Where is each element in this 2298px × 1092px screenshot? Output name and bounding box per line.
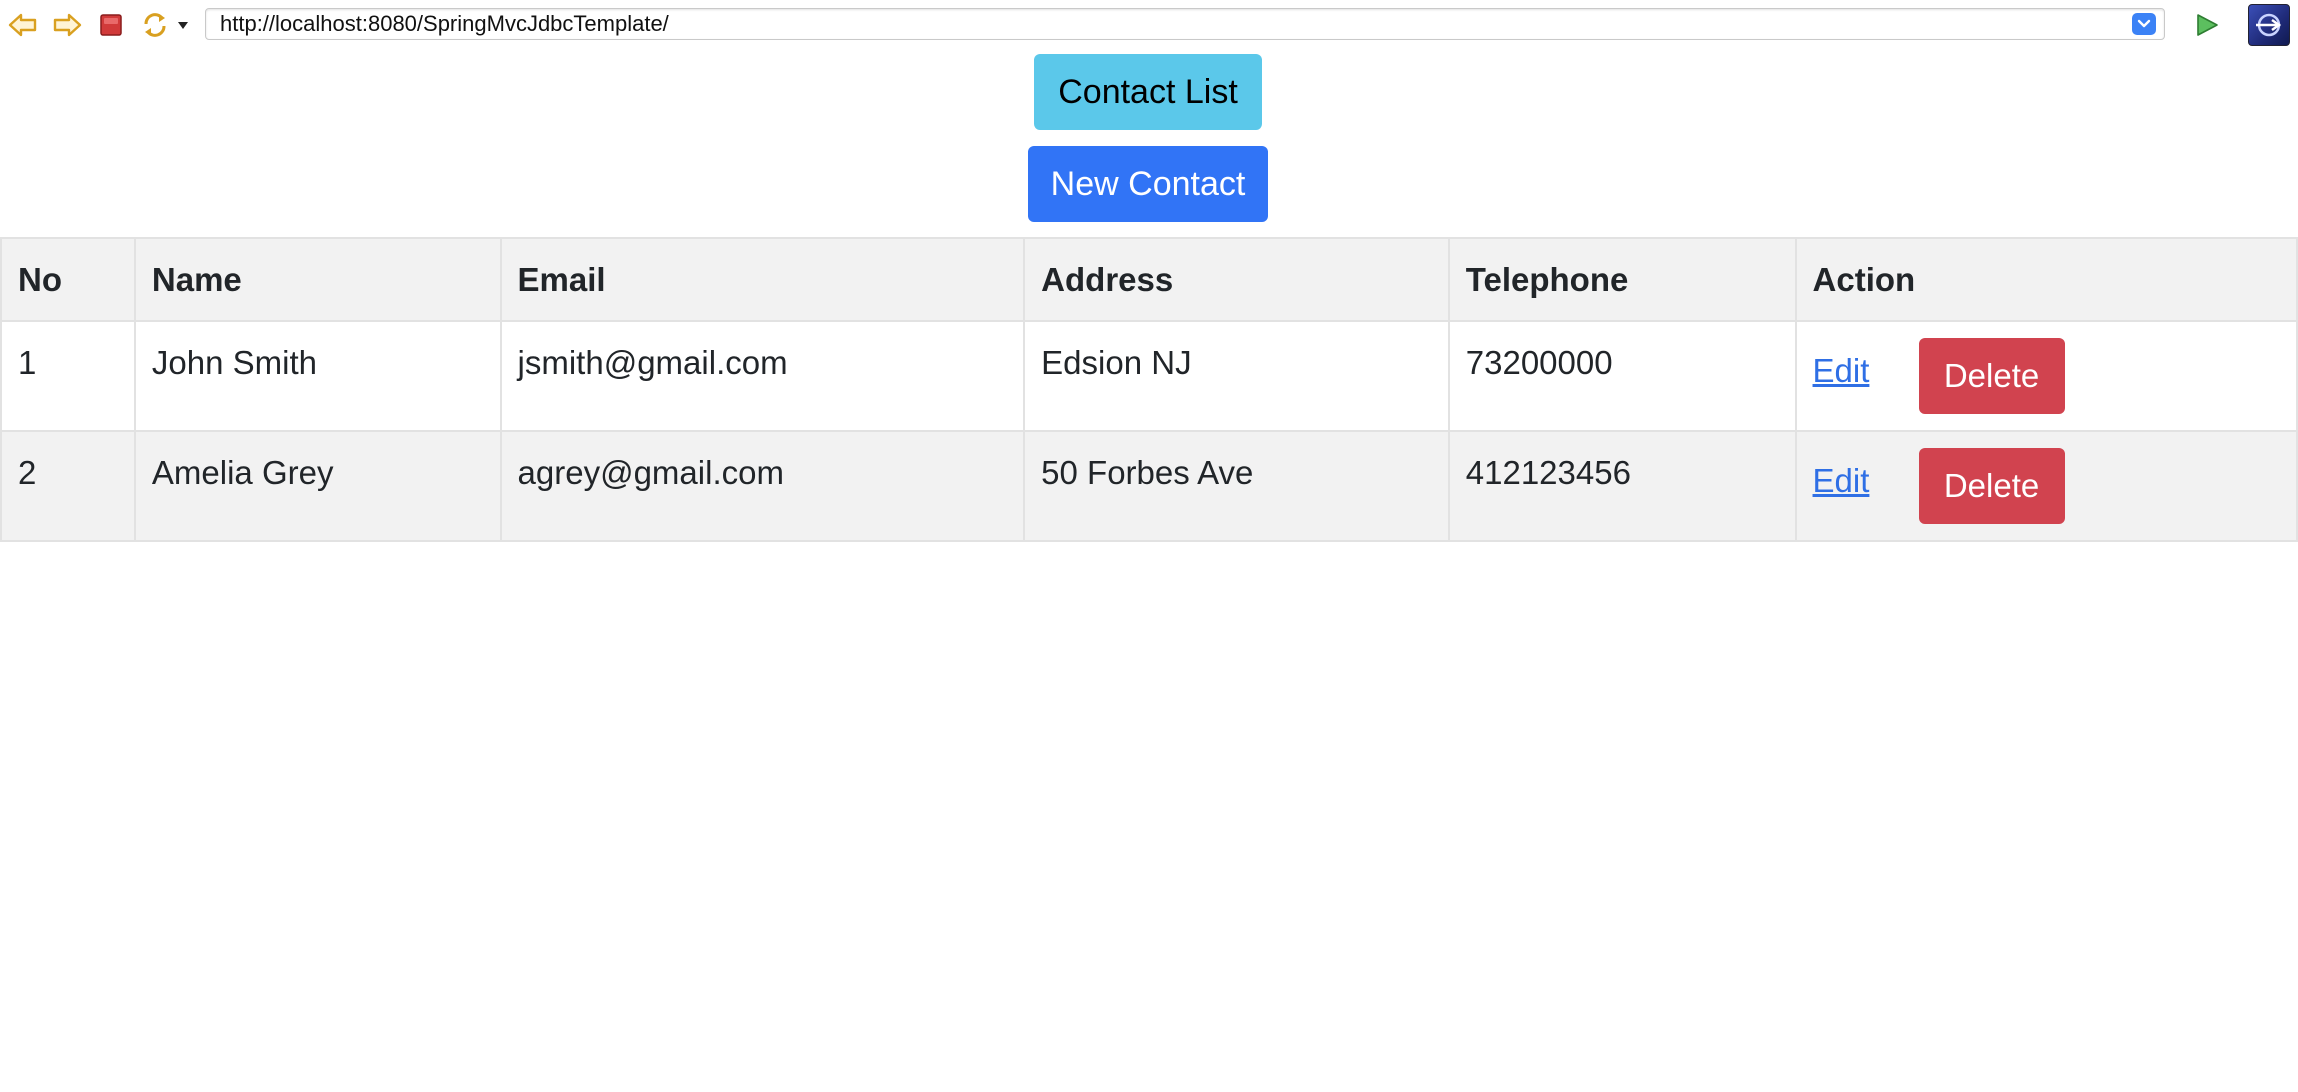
reload-menu-button[interactable] (170, 8, 196, 42)
cell-no: 2 (0, 430, 136, 542)
header-email: Email (499, 237, 1026, 322)
cell-email: jsmith@gmail.com (499, 320, 1026, 432)
cell-name: John Smith (133, 320, 502, 432)
table-row: 1 John Smith jsmith@gmail.com Edsion NJ … (0, 320, 2298, 432)
cell-address: 50 Forbes Ave (1023, 430, 1450, 542)
browser-logo-icon (2248, 4, 2290, 46)
delete-button[interactable]: Delete (1918, 338, 2065, 414)
arrow-left-icon (8, 13, 37, 37)
forward-button[interactable] (50, 8, 84, 42)
arrow-right-icon (53, 13, 82, 37)
cell-no: 1 (0, 320, 136, 432)
header-address: Address (1023, 237, 1450, 322)
delete-button[interactable]: Delete (1918, 448, 2065, 524)
table-row: 2 Amelia Grey agrey@gmail.com 50 Forbes … (0, 430, 2298, 542)
play-icon (2197, 14, 2218, 36)
cell-action: Edit Delete (1794, 320, 2298, 432)
reload-button[interactable] (138, 8, 172, 42)
url-input[interactable] (220, 9, 2120, 39)
address-bar[interactable] (205, 8, 2165, 40)
cell-address: Edsion NJ (1023, 320, 1450, 432)
cell-action: Edit Delete (1794, 430, 2298, 542)
stop-icon (100, 14, 122, 36)
go-button[interactable] (2190, 9, 2224, 41)
edit-link[interactable]: Edit (1813, 462, 1870, 500)
table-header-row: No Name Email Address Telephone Action (0, 237, 2298, 322)
contact-list-button[interactable]: Contact List (1034, 54, 1262, 130)
contacts-table: No Name Email Address Telephone Action 1… (0, 237, 2298, 542)
header-no: No (0, 237, 136, 322)
reload-icon (144, 13, 166, 37)
header-name: Name (133, 237, 502, 322)
browser-toolbar (0, 0, 2298, 50)
chevron-down-icon (2137, 19, 2151, 28)
edit-link[interactable]: Edit (1813, 352, 1870, 390)
cell-name: Amelia Grey (133, 430, 502, 542)
dropdown-triangle-icon (178, 22, 188, 29)
stop-button[interactable] (94, 8, 128, 42)
header-telephone: Telephone (1447, 237, 1797, 322)
url-history-dropdown[interactable] (2132, 13, 2156, 35)
back-button[interactable] (6, 8, 40, 42)
cell-email: agrey@gmail.com (499, 430, 1026, 542)
cell-telephone: 73200000 (1447, 320, 1797, 432)
header-action: Action (1794, 237, 2298, 322)
new-contact-button[interactable]: New Contact (1028, 146, 1268, 222)
cell-telephone: 412123456 (1447, 430, 1797, 542)
